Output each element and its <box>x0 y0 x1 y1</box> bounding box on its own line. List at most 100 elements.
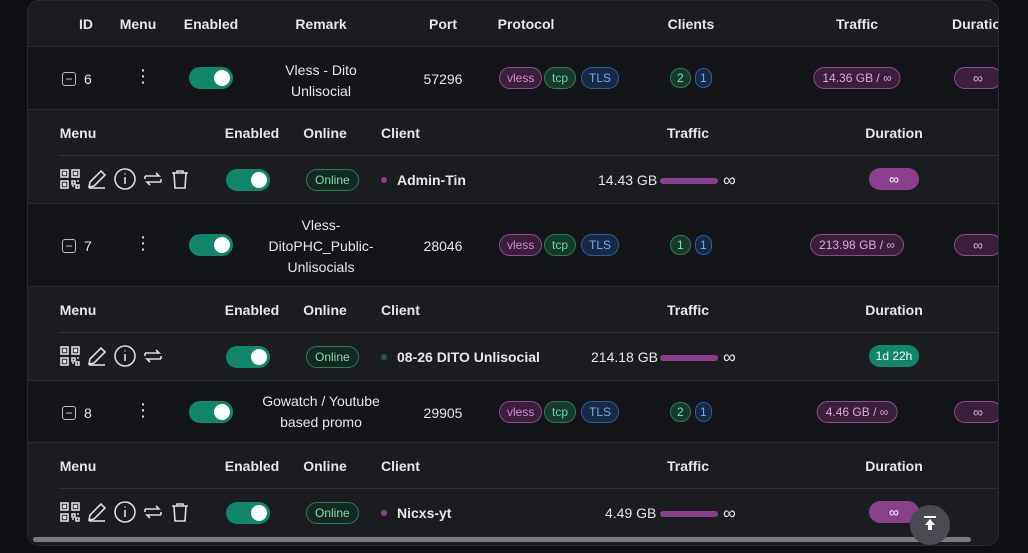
inbounds-table: ID Menu Enabled Remark Port Protocol Cli… <box>27 0 999 546</box>
more-menu-icon[interactable]: ⋮ <box>134 67 152 85</box>
traffic-progress-bar <box>660 511 718 517</box>
client-subtable: Menu Enabled Online Client Traffic Durat… <box>28 111 998 203</box>
inbound-id: 6 <box>84 71 92 87</box>
status-dot <box>381 177 387 183</box>
col-duration: Duratio <box>952 16 999 32</box>
traffic-progress-bar <box>660 355 718 361</box>
inbound-id: 8 <box>84 405 92 421</box>
reset-icon[interactable] <box>142 345 164 367</box>
protocol-tag: vless <box>499 401 543 423</box>
sub-col-duration: Duration <box>865 302 923 318</box>
protocol-tag: vless <box>499 234 543 256</box>
port: 29905 <box>423 405 463 421</box>
qr-code-icon[interactable] <box>59 501 81 523</box>
client-traffic: 4.49 GB <box>605 505 657 521</box>
clients-online-badge[interactable]: 1 <box>695 68 712 88</box>
online-badge: Online <box>306 169 359 191</box>
enabled-toggle[interactable] <box>189 234 233 256</box>
inbound-row: − 7 ⋮ Vless- DitoPHC_Public- Unlisocials 2… <box>28 203 998 287</box>
sub-col-client: Client <box>381 302 420 318</box>
client-subtable: Menu Enabled Online Client Traffic Durat… <box>28 444 998 545</box>
network-tag: tcp <box>544 234 577 256</box>
sub-col-traffic: Traffic <box>666 302 710 318</box>
client-enabled-toggle[interactable] <box>226 346 270 368</box>
security-tag: TLS <box>581 401 620 423</box>
client-actions <box>59 344 164 368</box>
traffic-badge: 4.46 GB / ∞ <box>816 401 898 423</box>
more-menu-icon[interactable]: ⋮ <box>134 234 152 252</box>
inbound-row: − 8 ⋮ Gowatch / Youtube based promo 29905… <box>28 380 998 443</box>
sub-col-enabled: Enabled <box>224 458 280 474</box>
info-icon[interactable] <box>113 344 137 368</box>
col-menu: Menu <box>119 16 157 32</box>
security-tag: TLS <box>581 234 620 256</box>
duration-badge: ∞ <box>954 234 998 256</box>
client-enabled-toggle[interactable] <box>226 169 270 191</box>
duration-badge: ∞ <box>954 401 998 423</box>
edit-icon[interactable] <box>86 501 108 523</box>
sub-col-enabled: Enabled <box>224 302 280 318</box>
clients-total-badge[interactable]: 2 <box>670 402 691 422</box>
sub-col-traffic: Traffic <box>666 458 710 474</box>
collapse-icon[interactable]: − <box>62 72 76 86</box>
client-subtable: Menu Enabled Online Client Traffic Durat… <box>28 288 998 380</box>
reset-icon[interactable] <box>142 168 164 190</box>
info-icon[interactable] <box>113 167 137 191</box>
enabled-toggle[interactable] <box>189 401 233 423</box>
client-duration: ∞ <box>869 168 919 190</box>
reset-icon[interactable] <box>142 501 164 523</box>
collapse-icon[interactable]: − <box>62 406 76 420</box>
clients-total-badge[interactable]: 1 <box>670 235 691 255</box>
col-clients: Clients <box>667 16 715 32</box>
col-remark: Remark <box>295 16 347 32</box>
sub-col-duration: Duration <box>865 125 923 141</box>
inbound-row: − 6 ⋮ Vless - Dito Unlisocial 57296 vless… <box>28 47 998 110</box>
col-id: ID <box>79 16 93 32</box>
client-name: Nicxs-yt <box>397 505 452 521</box>
qr-code-icon[interactable] <box>59 345 81 367</box>
client-actions <box>59 500 191 524</box>
client-name: Admin-Tin <box>397 172 466 188</box>
clients-online-badge[interactable]: 1 <box>695 402 712 422</box>
sub-col-client: Client <box>381 458 420 474</box>
delete-icon[interactable] <box>169 501 191 523</box>
sub-col-menu: Menu <box>59 125 97 141</box>
sub-col-enabled: Enabled <box>224 125 280 141</box>
enabled-toggle[interactable] <box>189 67 233 89</box>
port: 28046 <box>423 238 463 254</box>
network-tag: tcp <box>544 67 577 89</box>
online-badge: Online <box>306 346 359 368</box>
sub-col-online: Online <box>303 125 347 141</box>
horizontal-scrollbar[interactable] <box>33 537 971 542</box>
delete-icon[interactable] <box>169 168 191 190</box>
sub-col-menu: Menu <box>59 458 97 474</box>
traffic-limit: ∞ <box>723 347 736 367</box>
traffic-badge: 213.98 GB / ∞ <box>810 234 904 256</box>
edit-icon[interactable] <box>86 345 108 367</box>
status-dot <box>381 354 387 360</box>
info-icon[interactable] <box>113 500 137 524</box>
collapse-icon[interactable]: − <box>62 239 76 253</box>
clients-online-badge[interactable]: 1 <box>695 235 712 255</box>
more-menu-icon[interactable]: ⋮ <box>134 401 152 419</box>
sub-col-menu: Menu <box>59 302 97 318</box>
col-enabled: Enabled <box>183 16 239 32</box>
client-enabled-toggle[interactable] <box>226 502 270 524</box>
duration-badge: ∞ <box>954 67 998 89</box>
client-traffic: 14.43 GB <box>598 172 658 188</box>
qr-code-icon[interactable] <box>59 168 81 190</box>
col-port: Port <box>429 16 457 32</box>
remark: Vless- DitoPHC_Public- Unlisocials <box>268 217 374 275</box>
protocol-tag: vless <box>499 67 543 89</box>
traffic-badge: 14.36 GB / ∞ <box>813 67 901 89</box>
client-duration: 1d 22h <box>869 345 919 367</box>
scroll-to-top-button[interactable] <box>910 505 950 545</box>
client-actions <box>59 167 191 191</box>
client-name: 08-26 DITO Unlisocial <box>397 349 540 365</box>
scroll-to-top-icon <box>921 514 939 537</box>
traffic-limit: ∞ <box>723 503 736 523</box>
edit-icon[interactable] <box>86 168 108 190</box>
online-badge: Online <box>306 502 359 524</box>
remark: Gowatch / Youtube based promo <box>262 393 380 430</box>
clients-total-badge[interactable]: 2 <box>670 68 691 88</box>
